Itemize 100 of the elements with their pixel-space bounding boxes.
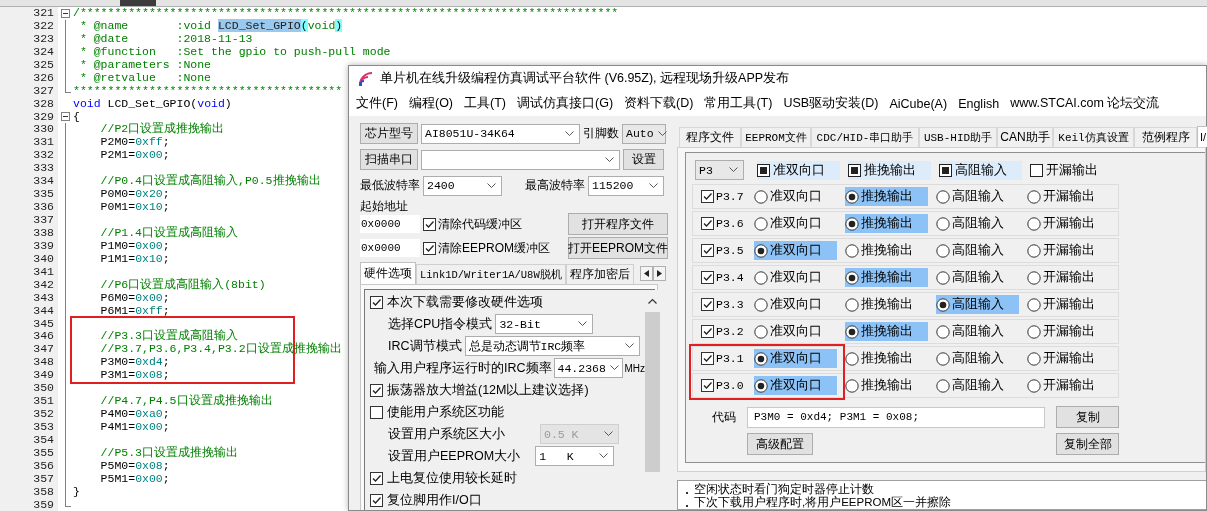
menu-item[interactable]: 常用工具(T) xyxy=(704,95,773,112)
checkbox[interactable] xyxy=(701,352,714,365)
checkbox-label[interactable]: 复位脚用作I/O口 xyxy=(387,491,482,509)
radio-option[interactable]: 高阻输入 xyxy=(936,322,1019,341)
copy-button[interactable]: 复制 xyxy=(1056,406,1119,428)
menu-item[interactable]: www.STCAI.com 论坛交流 xyxy=(1010,95,1160,112)
dropdown[interactable]: 2400 xyxy=(423,175,502,196)
tab[interactable]: CDC/HID-串口助手 xyxy=(811,127,919,147)
mode-toggle[interactable]: 开漏输出 xyxy=(1030,160,1113,180)
radio-option[interactable]: 推挽输出 xyxy=(845,322,928,341)
menu-item[interactable]: 调试仿真接口(G) xyxy=(517,95,614,112)
dropdown[interactable]: P3 xyxy=(695,160,744,180)
checkbox[interactable] xyxy=(701,244,714,257)
checkbox[interactable] xyxy=(701,271,714,284)
checkbox-label[interactable]: 清除EEPROM缓冲区 xyxy=(438,239,550,257)
scan-port-button[interactable]: 扫描串口 xyxy=(360,149,418,170)
checkbox-label[interactable]: 清除代码缓冲区 xyxy=(438,215,522,233)
scroll-left-button[interactable] xyxy=(640,265,653,281)
radio-option[interactable]: 开漏输出 xyxy=(1027,241,1110,260)
checkbox[interactable] xyxy=(370,295,383,309)
tab[interactable]: EEPROM文件 xyxy=(741,127,811,147)
tri-state-checkbox[interactable] xyxy=(1030,163,1043,177)
radio-option[interactable]: 高阻输入 xyxy=(936,187,1019,206)
dropdown[interactable]: AI8051U-34K64 xyxy=(421,123,580,144)
tab[interactable]: Keil仿真设置 xyxy=(1053,127,1134,147)
checkbox-label[interactable]: 本次下载需要修改硬件选项 xyxy=(387,293,543,311)
scrollbar[interactable] xyxy=(645,290,661,510)
checkbox[interactable] xyxy=(701,325,714,338)
menu-item[interactable]: 资料下载(D) xyxy=(624,95,694,112)
tab[interactable]: 硬件选项 xyxy=(360,262,416,284)
radio-option[interactable]: 推挽输出 xyxy=(845,268,928,287)
radio-option[interactable]: 推挽输出 xyxy=(845,349,928,368)
checkbox[interactable] xyxy=(701,217,714,230)
menu-item[interactable]: English xyxy=(958,96,1000,111)
tab[interactable]: 程序文件 xyxy=(679,127,741,147)
scroll-up-icon[interactable] xyxy=(648,298,658,304)
scrollbar-thumb[interactable] xyxy=(645,312,661,472)
settings-button[interactable]: 设置 xyxy=(623,149,664,170)
dropdown[interactable]: 44.2368 xyxy=(553,358,623,378)
radio-option[interactable]: 推挽输出 xyxy=(845,187,928,206)
address-field[interactable]: 0x0000 xyxy=(360,239,420,257)
radio-option[interactable]: 高阻输入 xyxy=(936,241,1019,260)
checkbox[interactable] xyxy=(370,493,383,507)
radio-option[interactable]: 准双向口 xyxy=(754,322,837,341)
tab[interactable]: USB-HID助手 xyxy=(919,127,997,147)
menu-item[interactable]: USB驱动安装(D) xyxy=(783,95,879,112)
checkbox[interactable] xyxy=(370,405,383,419)
dropdown[interactable]: Auto xyxy=(622,123,666,144)
menu-item[interactable]: 工具(T) xyxy=(464,95,506,112)
checkbox[interactable] xyxy=(423,217,436,231)
radio-option[interactable]: 高阻输入 xyxy=(936,214,1019,233)
dropdown[interactable]: 总是动态调节IRC频率 xyxy=(464,336,640,356)
copy-all-button[interactable]: 复制全部 xyxy=(1056,433,1119,455)
checkbox-label[interactable]: 振荡器放大增益(12M以上建议选择) xyxy=(387,381,589,399)
tri-state-checkbox[interactable] xyxy=(757,163,770,177)
checkbox[interactable] xyxy=(701,298,714,311)
chip-model-button[interactable]: 芯片型号 xyxy=(360,123,418,144)
menu-item[interactable]: 编程(O) xyxy=(408,95,454,112)
tab[interactable]: I/ xyxy=(1197,126,1207,147)
radio-option[interactable]: 准双向口 xyxy=(754,214,837,233)
tri-state-checkbox[interactable] xyxy=(848,163,861,177)
radio-option[interactable]: 开漏输出 xyxy=(1027,214,1110,233)
advanced-config-button[interactable]: 高级配置 xyxy=(747,433,813,455)
mode-toggle[interactable]: 推挽输出 xyxy=(848,160,931,180)
radio-option[interactable]: 推挽输出 xyxy=(845,214,928,233)
radio-option[interactable]: 高阻输入 xyxy=(936,295,1019,314)
radio-option[interactable]: 准双向口 xyxy=(754,376,837,395)
radio-option[interactable]: 开漏输出 xyxy=(1027,349,1110,368)
tab[interactable]: 范例程序 xyxy=(1134,127,1197,147)
mode-toggle[interactable]: 准双向口 xyxy=(757,160,840,180)
checkbox[interactable] xyxy=(370,383,383,397)
radio-option[interactable]: 推挽输出 xyxy=(845,241,928,260)
radio-option[interactable]: 开漏输出 xyxy=(1027,322,1110,341)
open-file-button[interactable]: 打开程序文件 xyxy=(568,213,668,235)
radio-option[interactable]: 推挽输出 xyxy=(845,295,928,314)
checkbox[interactable] xyxy=(701,379,714,392)
radio-option[interactable]: 开漏输出 xyxy=(1027,295,1110,314)
tab[interactable]: 程序加密后 xyxy=(565,264,634,284)
checkbox-label[interactable]: 上电复位使用较长延时 xyxy=(387,469,517,487)
menu-item[interactable]: 文件(F) xyxy=(356,95,398,112)
tri-state-checkbox[interactable] xyxy=(939,163,952,177)
address-field[interactable]: 0x0000 xyxy=(360,215,420,233)
radio-option[interactable]: 准双向口 xyxy=(754,295,837,314)
open-file-button[interactable]: 打开EEPROM文件 xyxy=(568,237,668,259)
radio-option[interactable]: 高阻输入 xyxy=(936,376,1019,395)
radio-option[interactable]: 准双向口 xyxy=(754,268,837,287)
code-field[interactable]: P3M0 = 0xd4; P3M1 = 0x08; xyxy=(747,406,1045,428)
radio-option[interactable]: 高阻输入 xyxy=(936,349,1019,368)
checkbox[interactable] xyxy=(701,190,714,203)
fold-toggle-icon[interactable] xyxy=(61,8,70,18)
scroll-right-button[interactable] xyxy=(653,265,666,281)
tab[interactable]: Link1D/Writer1A/U8W脱机 xyxy=(416,264,566,284)
dropdown[interactable]: 115200 xyxy=(588,175,664,196)
radio-option[interactable]: 开漏输出 xyxy=(1027,187,1110,206)
fold-toggle-icon[interactable] xyxy=(61,112,70,122)
radio-option[interactable]: 准双向口 xyxy=(754,241,837,260)
dropdown[interactable]: 1 K xyxy=(535,446,615,466)
radio-option[interactable]: 推挽输出 xyxy=(845,376,928,395)
radio-option[interactable]: 开漏输出 xyxy=(1027,376,1110,395)
mode-toggle[interactable]: 高阻输入 xyxy=(939,160,1022,180)
